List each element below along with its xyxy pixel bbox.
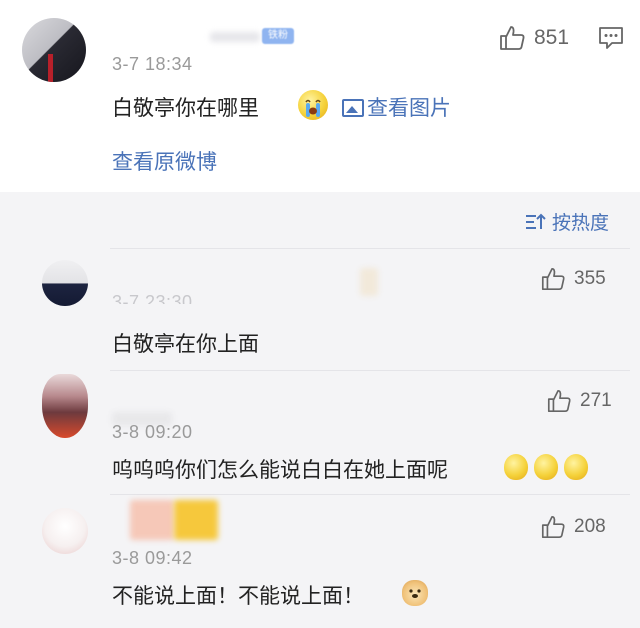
sort-by-heat-button[interactable]: 按热度 bbox=[524, 208, 609, 235]
like-count: 271 bbox=[580, 390, 612, 411]
divider bbox=[110, 248, 630, 249]
lemon-face-icon bbox=[504, 454, 528, 480]
divider bbox=[110, 370, 630, 371]
reply-avatar[interactable] bbox=[42, 508, 88, 554]
view-original-weibo-link[interactable]: 查看原微博 bbox=[112, 146, 217, 176]
username-blurred[interactable] bbox=[210, 32, 260, 42]
thumbs-up-icon bbox=[541, 515, 565, 539]
thumbs-up-icon bbox=[500, 26, 525, 50]
lemon-face-icon bbox=[534, 454, 558, 480]
crying-face-icon bbox=[298, 90, 328, 120]
doge-icon bbox=[402, 580, 428, 606]
comment-timestamp: 3-7 18:34 bbox=[112, 54, 193, 74]
view-image-label: 查看图片 bbox=[367, 96, 451, 120]
root-like-button[interactable]: 851 bbox=[498, 24, 569, 52]
username-blurred[interactable] bbox=[130, 500, 174, 540]
comment-bubble-icon[interactable] bbox=[598, 26, 624, 54]
reply-timestamp: 3-8 09:42 bbox=[112, 548, 193, 568]
reply-avatar[interactable] bbox=[42, 374, 88, 438]
reply-text: 呜呜呜你们怎么能说白白在她上面呢 bbox=[112, 458, 448, 482]
image-icon bbox=[342, 99, 364, 117]
reply-like-button[interactable]: 355 bbox=[540, 266, 606, 292]
thumbs-up-icon bbox=[547, 389, 571, 413]
reply-like-button[interactable]: 271 bbox=[546, 388, 612, 414]
username-blurred[interactable] bbox=[360, 268, 378, 296]
comment-text: 白敬亭你在哪里 bbox=[112, 96, 259, 120]
username-blurred[interactable] bbox=[174, 500, 218, 540]
view-image-link[interactable]: 查看图片 bbox=[342, 92, 451, 122]
sort-label: 按热度 bbox=[552, 212, 610, 234]
root-comment-card: 铁粉 3-7 18:34 白敬亭你在哪里 查看图片 查看原微博 851 bbox=[0, 0, 640, 192]
reply-text: 白敬亭在你上面 bbox=[112, 332, 259, 356]
lemon-face-icon bbox=[564, 454, 588, 480]
reply-avatar[interactable] bbox=[42, 260, 88, 306]
root-avatar[interactable] bbox=[22, 18, 86, 82]
divider bbox=[110, 494, 630, 495]
sort-icon bbox=[526, 213, 546, 229]
like-count: 208 bbox=[574, 516, 606, 537]
reply-text: 不能说上面！不能说上面！ bbox=[112, 584, 364, 608]
reply-timestamp: 3-8 09:20 bbox=[112, 422, 193, 442]
like-count: 355 bbox=[574, 268, 606, 289]
reply-like-button[interactable]: 208 bbox=[540, 514, 606, 540]
fan-badge: 铁粉 bbox=[262, 28, 294, 44]
reply-timestamp: 3-7 23:30 bbox=[112, 292, 193, 304]
thumbs-up-icon bbox=[541, 267, 565, 291]
like-count: 851 bbox=[534, 26, 570, 49]
